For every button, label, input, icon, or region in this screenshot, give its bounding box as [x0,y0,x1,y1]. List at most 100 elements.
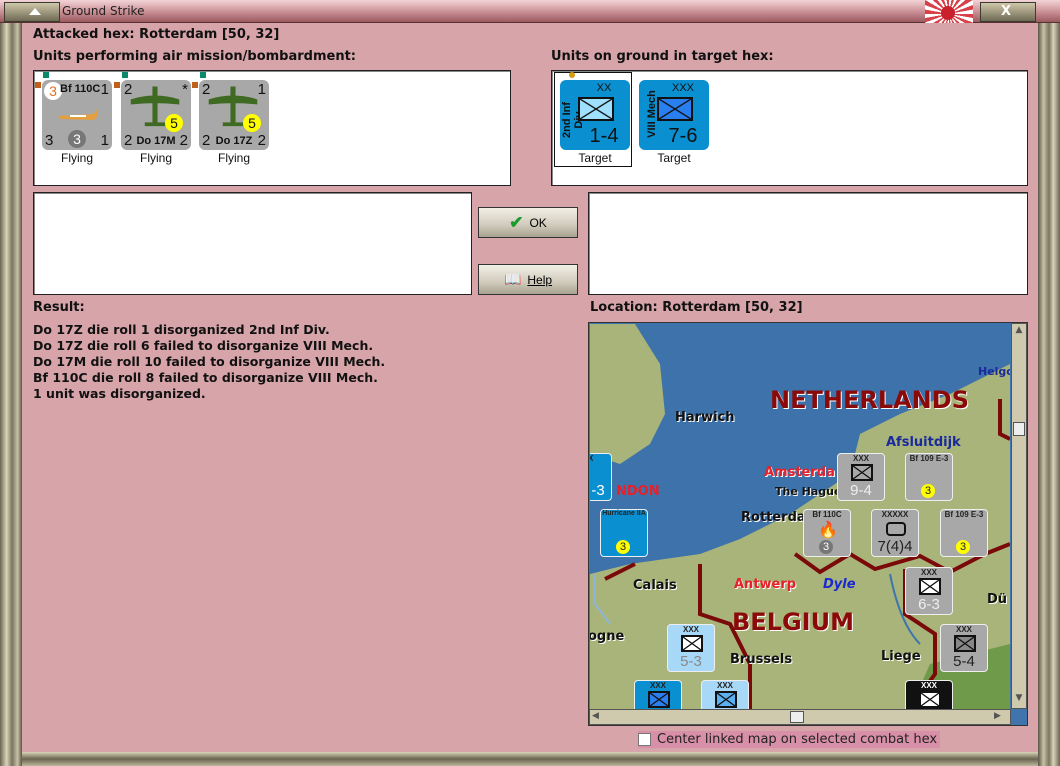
counter-value: 3 [616,540,630,554]
location-map[interactable]: Helgo Harwich NETHERLANDS Afsluitdijk Am… [588,322,1028,726]
map-vertical-scrollbar[interactable]: ▲ ▼ [1011,323,1027,709]
air-unit-stat: 1 [100,132,109,149]
ground-unit-counter[interactable]: VIII Mech XXX 7-6 [639,80,709,150]
air-unit-name: Do 17M [136,135,176,147]
map-label-boulogne: ogne [590,629,625,644]
counter-value: -3 [591,482,605,499]
air-unit-stat: 3 [68,130,86,148]
map-label-helgoland: Helgo [978,365,1010,378]
counter-size: XX [590,454,611,463]
counter-value: 5-4 [953,653,975,670]
infantry-symbol-icon [578,97,614,121]
map-label-brussels: Brussels [730,652,793,667]
map-air-counter[interactable]: Bf 109 E-3 3 [905,453,953,501]
marker-icon [35,82,41,88]
window-left-border [0,23,22,766]
map-label-london: NDON [616,484,660,499]
scroll-left-arrow-icon[interactable]: ◀ [592,711,606,723]
map-unit-counter[interactable]: XXX 5-4 [940,624,988,672]
map-label-amsterdam: Amsterda [764,465,835,480]
air-unit-stat: 3 [45,132,54,149]
infantry-symbol-icon [919,691,941,708]
attacked-hex-label: Attacked hex: Rotterdam [50, 32] [33,27,280,42]
ground-unit-strength: 1-4 [589,125,619,147]
map-unit-counter[interactable]: XXX [905,680,953,709]
map-label-the-hague: The Hague [775,485,842,498]
air-unit-status: Flying [217,151,250,165]
window-title: Ground Strike [62,4,145,18]
air-unit-counter[interactable]: 2 1 5 2 Do 17Z 2 [199,80,269,150]
air-unit-status: Flying [139,151,172,165]
mech-symbol-icon [657,97,693,121]
map-unit-counter[interactable]: XXX 9-4 [837,453,885,501]
air-unit-counter[interactable]: 2 * 5 2 Do 17M 2 [121,80,191,150]
ground-unit-strength: 7-6 [668,125,698,147]
checkmark-icon: ✔ [509,212,524,232]
map-unit-counter[interactable]: XXX 5-3 [667,624,715,672]
map-air-counter[interactable]: Hurricane IIA 3 [600,509,648,557]
map-label-afsluitdijk: Afsluitdijk [886,435,961,450]
window-bottom-border [22,752,1038,766]
scroll-down-arrow-icon[interactable]: ▼ [1013,693,1025,707]
result-line: Do 17Z die roll 1 disorganized 2nd Inf D… [33,322,330,337]
fire-icon: 🔥 [818,522,838,539]
ok-button[interactable]: ✔ OK [478,207,578,238]
map-unit-counter[interactable]: XXX [701,680,749,709]
help-button[interactable]: 📖 Help [478,264,578,295]
title-bar [0,0,1060,23]
counter-value: 5-3 [680,653,702,670]
map-unit-counter[interactable]: XX -3 [590,453,612,501]
counter-value: 7(4)4 [877,538,913,555]
ground-unit-status: Target [578,151,612,165]
minimize-button[interactable] [4,2,60,22]
air-unit-name: Bf 110C [60,83,101,95]
marker-icon [122,72,128,78]
ground-unit-status: Target [657,151,691,165]
close-button[interactable]: X [980,2,1036,22]
map-unit-counter[interactable]: XXX 6-3 [905,567,953,615]
counter-name: Bf 109 E-3 [909,454,949,463]
fighter-plane-icon [58,108,98,120]
ground-unit-size: XXX [671,82,694,94]
horizontal-scroll-thumb[interactable] [790,711,804,723]
center-map-checkbox-row[interactable]: Center linked map on selected combat hex [638,731,941,748]
counter-value: 3 [819,540,833,554]
armor-symbol-icon [886,522,906,536]
map-air-counter[interactable]: Bf 109 E-3 3 [940,509,988,557]
scroll-right-arrow-icon[interactable]: ▶ [994,711,1008,723]
air-units-label: Units performing air mission/bombardment… [33,49,357,64]
air-units-list: 3 Bf 110C 1 3 3 1 Flying 2 * 5 2 Do 17M … [33,70,511,186]
counter-value: 9-4 [850,482,872,499]
map-label-calais: Calais [633,578,677,593]
ground-unit-size: XX [596,82,612,94]
marker-icon [569,72,575,78]
result-line: Do 17M die roll 10 failed to disorganize… [33,354,386,369]
counter-value: 6-3 [918,596,940,613]
air-unit-stat: * [182,81,188,98]
map-horizontal-scrollbar[interactable]: ◀ ▶ [589,709,1011,725]
map-label-netherlands: NETHERLANDS [770,386,969,414]
map-unit-counter[interactable]: XXXXX 7(4)4 [871,509,919,557]
counter-name: Bf 109 E-3 [944,510,984,519]
infantry-symbol-icon [681,635,703,652]
marker-icon [114,82,120,88]
map-viewport[interactable]: Helgo Harwich NETHERLANDS Afsluitdijk Am… [590,324,1010,709]
marker-icon [192,82,198,88]
map-label-belgium: BELGIUM [732,608,854,636]
counter-name: Hurricane IIA [602,510,646,517]
air-unit-status: Flying [60,151,93,165]
map-label-harwich: Harwich [675,410,735,425]
map-air-counter[interactable]: Bf 110C 🔥 3 [803,509,851,557]
scroll-up-arrow-icon[interactable]: ▲ [1013,325,1025,339]
mech-symbol-icon [648,691,670,708]
counter-size: XXX [716,681,733,690]
ground-unit-detail-panel [588,192,1028,295]
mech-symbol-icon [715,691,737,708]
air-unit-stat: 5 [165,114,183,132]
vertical-scroll-thumb[interactable] [1013,422,1025,436]
counter-size: XXX [682,625,699,634]
map-unit-counter[interactable]: XXX [634,680,682,709]
ground-unit-counter[interactable]: 2nd Inf Div XX 1-4 [560,80,630,150]
center-map-checkbox[interactable] [638,733,651,746]
air-unit-counter[interactable]: 3 Bf 110C 1 3 3 1 [42,80,112,150]
